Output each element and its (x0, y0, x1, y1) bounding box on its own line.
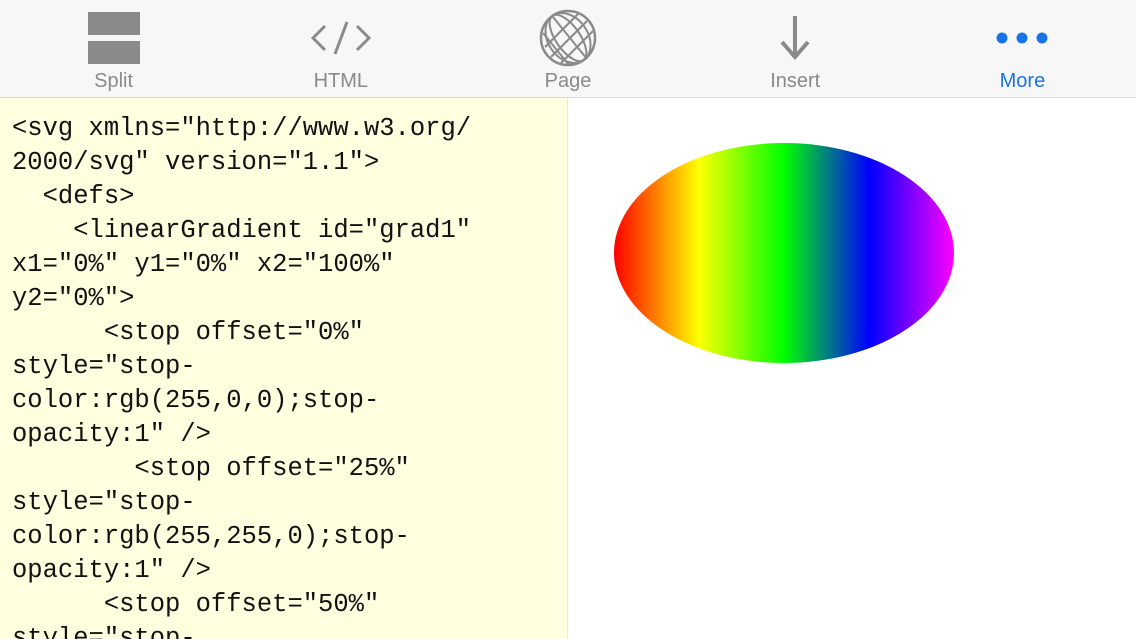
split-button[interactable]: Split (0, 0, 227, 97)
code-line: opacity:1" /> (12, 556, 211, 585)
code-line: style="stop- (12, 488, 196, 517)
code-line: y2="0%"> (12, 284, 135, 313)
preview-pane (568, 98, 1136, 639)
arrow-down-icon (780, 16, 810, 61)
more-button[interactable]: More (909, 0, 1136, 97)
more-label: More (999, 70, 1046, 92)
code-line: <linearGradient id="grad1" (73, 216, 472, 245)
code-line: 2000/svg" version="1.1"> (12, 148, 380, 177)
more-icon (996, 32, 1048, 44)
preview-svg (614, 143, 954, 363)
code-text[interactable]: <svg xmlns="http://www.w3.org/ 2000/svg"… (0, 98, 567, 639)
html-button[interactable]: HTML (227, 0, 454, 97)
split-label: Split (94, 70, 134, 92)
code-line: x1="0%" y1="0%" x2="100%" (12, 250, 395, 279)
code-line: <svg xmlns="http://www.w3.org/ (12, 114, 472, 143)
code-line: color:rgb(255,0,0);stop- (12, 386, 380, 415)
code-line: <stop offset="50%" (103, 590, 380, 619)
code-line: color:rgb(255,255,0);stop- (12, 522, 410, 551)
insert-button[interactable]: Insert (682, 0, 909, 97)
code-line: <stop offset="0%" (103, 318, 364, 347)
code-icon (310, 21, 371, 55)
code-line: opacity:1" /> (12, 420, 211, 449)
code-line: style="stop- (12, 624, 196, 639)
code-line: <stop offset="25%" (134, 454, 410, 483)
code-line: <defs> (42, 182, 135, 211)
page-label: Page (544, 70, 592, 92)
code-line: style="stop- (12, 352, 196, 381)
gradient-ellipse (614, 143, 954, 363)
code-editor[interactable]: <svg xmlns="http://www.w3.org/ 2000/svg"… (0, 98, 567, 639)
insert-label: Insert (770, 70, 821, 92)
toolbar: Split HTML Page Insert More (0, 0, 1136, 98)
globe-icon (539, 9, 597, 67)
split-icon (87, 12, 140, 64)
page-button[interactable]: Page (454, 0, 681, 97)
html-label: HTML (313, 70, 369, 92)
